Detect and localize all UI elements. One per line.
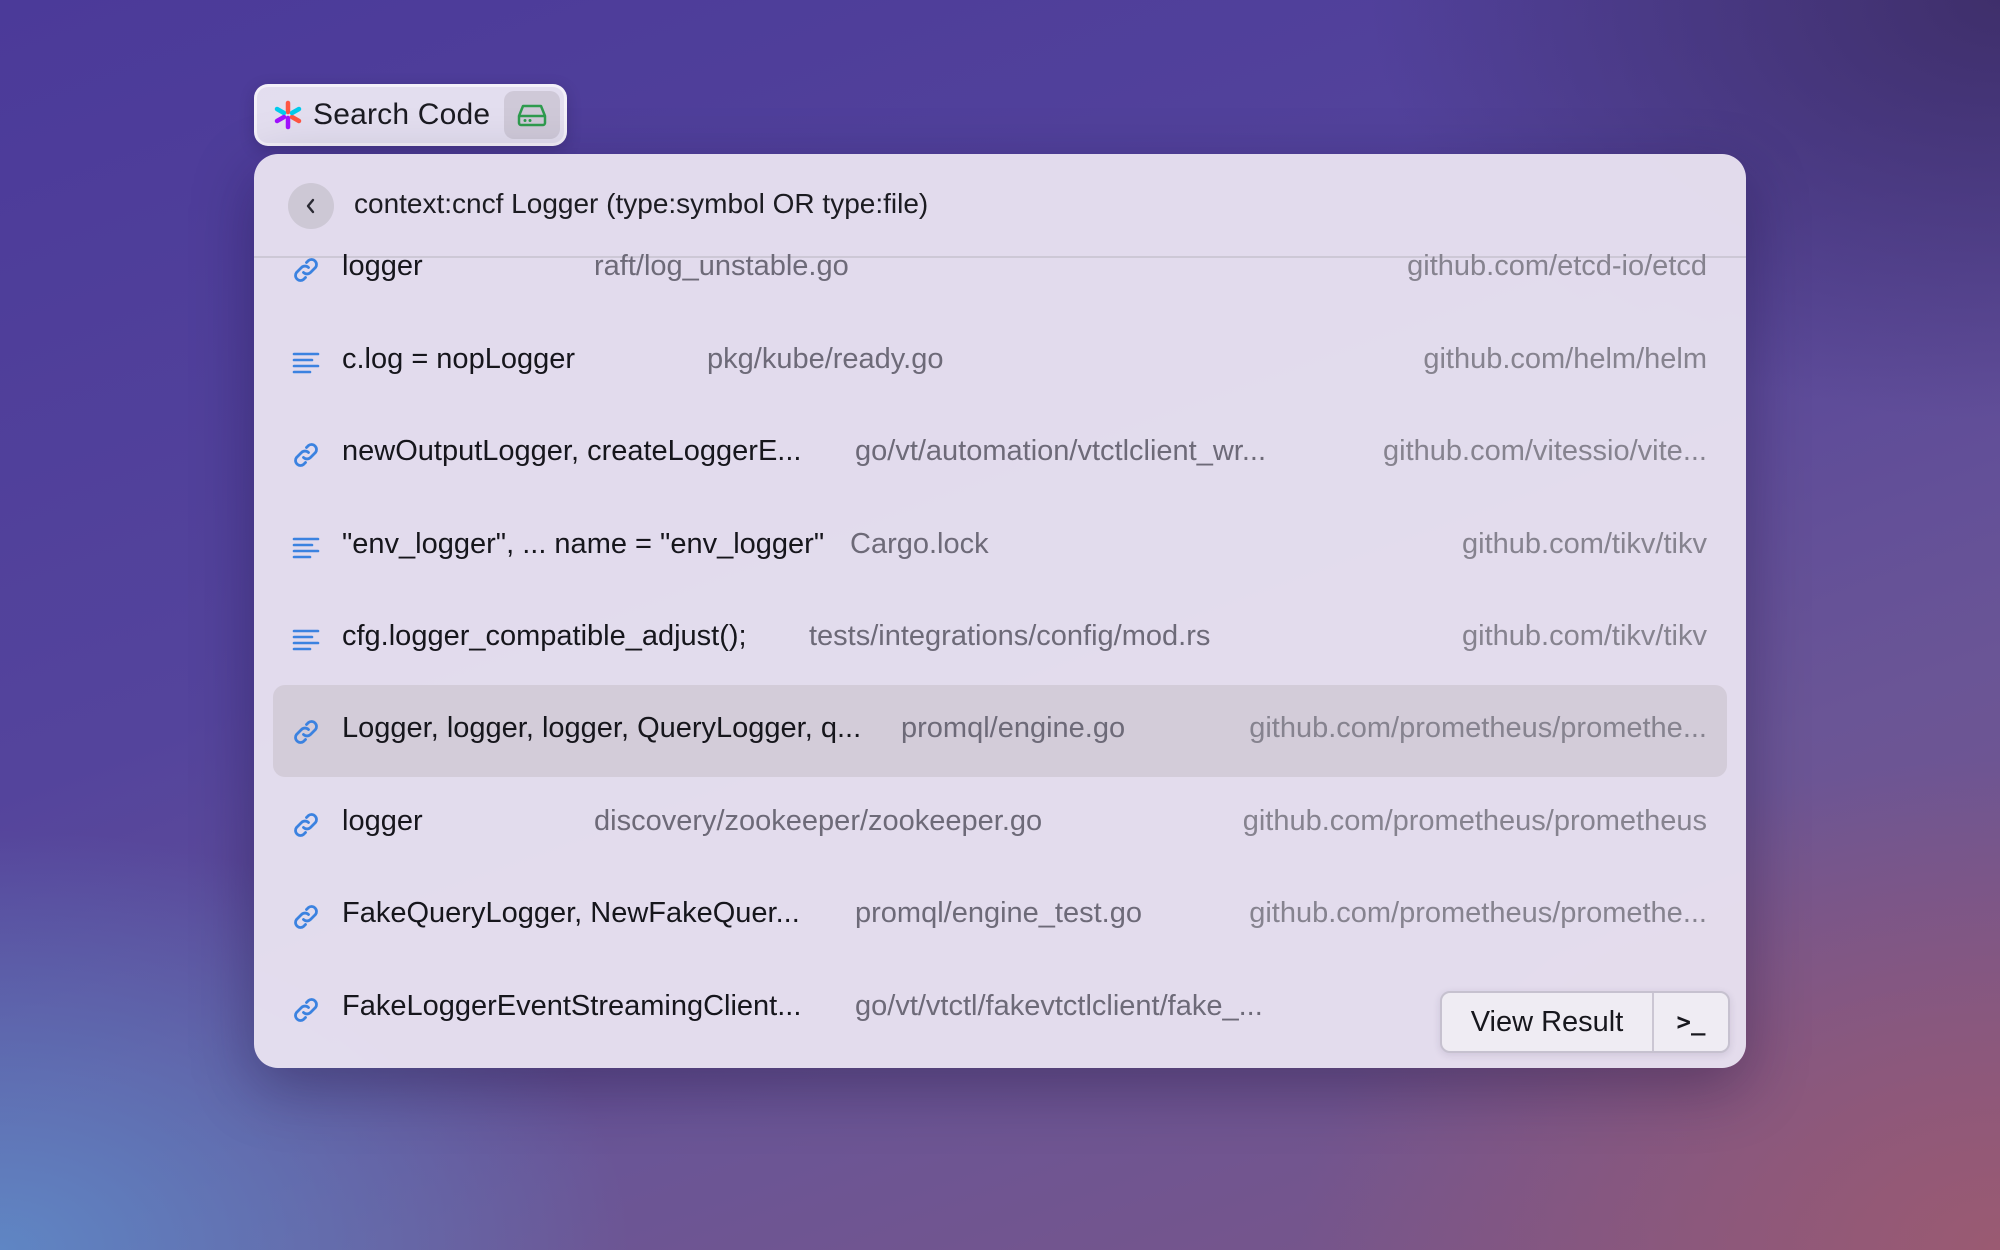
result-path: Cargo.lock: [850, 528, 989, 560]
result-row[interactable]: logger discovery/zookeeper/zookeeper.go gi…: [273, 778, 1727, 870]
result-title: FakeQueryLogger, NewFakeQuer...: [342, 897, 800, 929]
result-title: logger: [342, 250, 423, 282]
pill-label: Search Code: [313, 98, 491, 131]
result-repo: github.com/vitessio/vite...: [1383, 435, 1707, 467]
search-results-panel: context:cncf Logger (type:symbol OR type…: [254, 154, 1746, 1068]
search-query[interactable]: context:cncf Logger (type:symbol OR type…: [354, 188, 928, 220]
link-icon: [290, 901, 322, 933]
chevron-left-icon: [306, 198, 315, 214]
text-lines-icon: [290, 347, 322, 379]
search-code-pill[interactable]: Search Code: [254, 84, 567, 146]
result-repo: github.com/etcd-io/etcd: [1407, 250, 1707, 282]
link-icon: [290, 716, 322, 748]
result-repo: github.com/tikv/tikv: [1462, 528, 1707, 560]
link-icon: [290, 439, 322, 471]
result-path: raft/log_unstable.go: [594, 250, 849, 282]
result-row[interactable]: "env_logger", ... name = "env_logger" Car…: [273, 501, 1727, 593]
text-lines-icon: [290, 624, 322, 656]
result-row[interactable]: FakeQueryLogger, NewFakeQuer... promql/en…: [273, 870, 1727, 962]
hard-drive-icon: [517, 104, 547, 127]
link-icon: [290, 994, 322, 1026]
result-path: discovery/zookeeper/zookeeper.go: [594, 805, 1043, 837]
result-title: FakeLoggerEventStreamingClient...: [342, 990, 802, 1022]
result-title: "env_logger", ... name = "env_logger": [342, 528, 825, 560]
result-row[interactable]: cfg.logger_compatible_adjust(); tests/int…: [273, 593, 1727, 685]
result-path: go/vt/vtctl/fakevtctlclient/fake_...: [855, 990, 1263, 1022]
link-icon: [290, 254, 322, 286]
result-repo: github.com/tikv/tikv: [1462, 620, 1707, 652]
sparkle-logo-icon: [274, 100, 302, 130]
drive-button[interactable]: [504, 91, 560, 139]
result-repo: github.com/prometheus/promethe...: [1249, 897, 1707, 929]
result-path: tests/integrations/config/mod.rs: [809, 620, 1211, 652]
text-lines-icon: [290, 532, 322, 564]
result-path: promql/engine.go: [901, 712, 1126, 744]
action-bar: View Result >_: [1440, 991, 1730, 1053]
result-row[interactable]: newOutputLogger, createLoggerE... go/vt/a…: [273, 408, 1727, 500]
result-title: c.log = nopLogger: [342, 343, 575, 375]
result-title: logger: [342, 805, 423, 837]
result-title: cfg.logger_compatible_adjust();: [342, 620, 747, 652]
result-title: Logger, logger, logger, QueryLogger, q..…: [342, 712, 862, 744]
result-path: promql/engine_test.go: [855, 897, 1142, 929]
result-repo: github.com/prometheus/prometheus: [1242, 805, 1707, 837]
link-icon: [290, 809, 322, 841]
result-title: newOutputLogger, createLoggerE...: [342, 435, 802, 467]
result-repo: github.com/prometheus/promethe...: [1249, 712, 1707, 744]
view-result-button[interactable]: View Result: [1442, 993, 1654, 1051]
result-row[interactable]: logger raft/log_unstable.go github.com/etc…: [273, 223, 1727, 315]
result-path: go/vt/automation/vtctlclient_wr...: [855, 435, 1267, 467]
result-path: pkg/kube/ready.go: [707, 343, 944, 375]
result-repo: github.com/helm/helm: [1423, 343, 1707, 375]
terminal-button[interactable]: >_: [1654, 993, 1728, 1051]
result-row[interactable]: Logger, logger, logger, QueryLogger, q..…: [273, 685, 1727, 777]
result-row[interactable]: c.log = nopLogger pkg/kube/ready.go github…: [273, 316, 1727, 408]
